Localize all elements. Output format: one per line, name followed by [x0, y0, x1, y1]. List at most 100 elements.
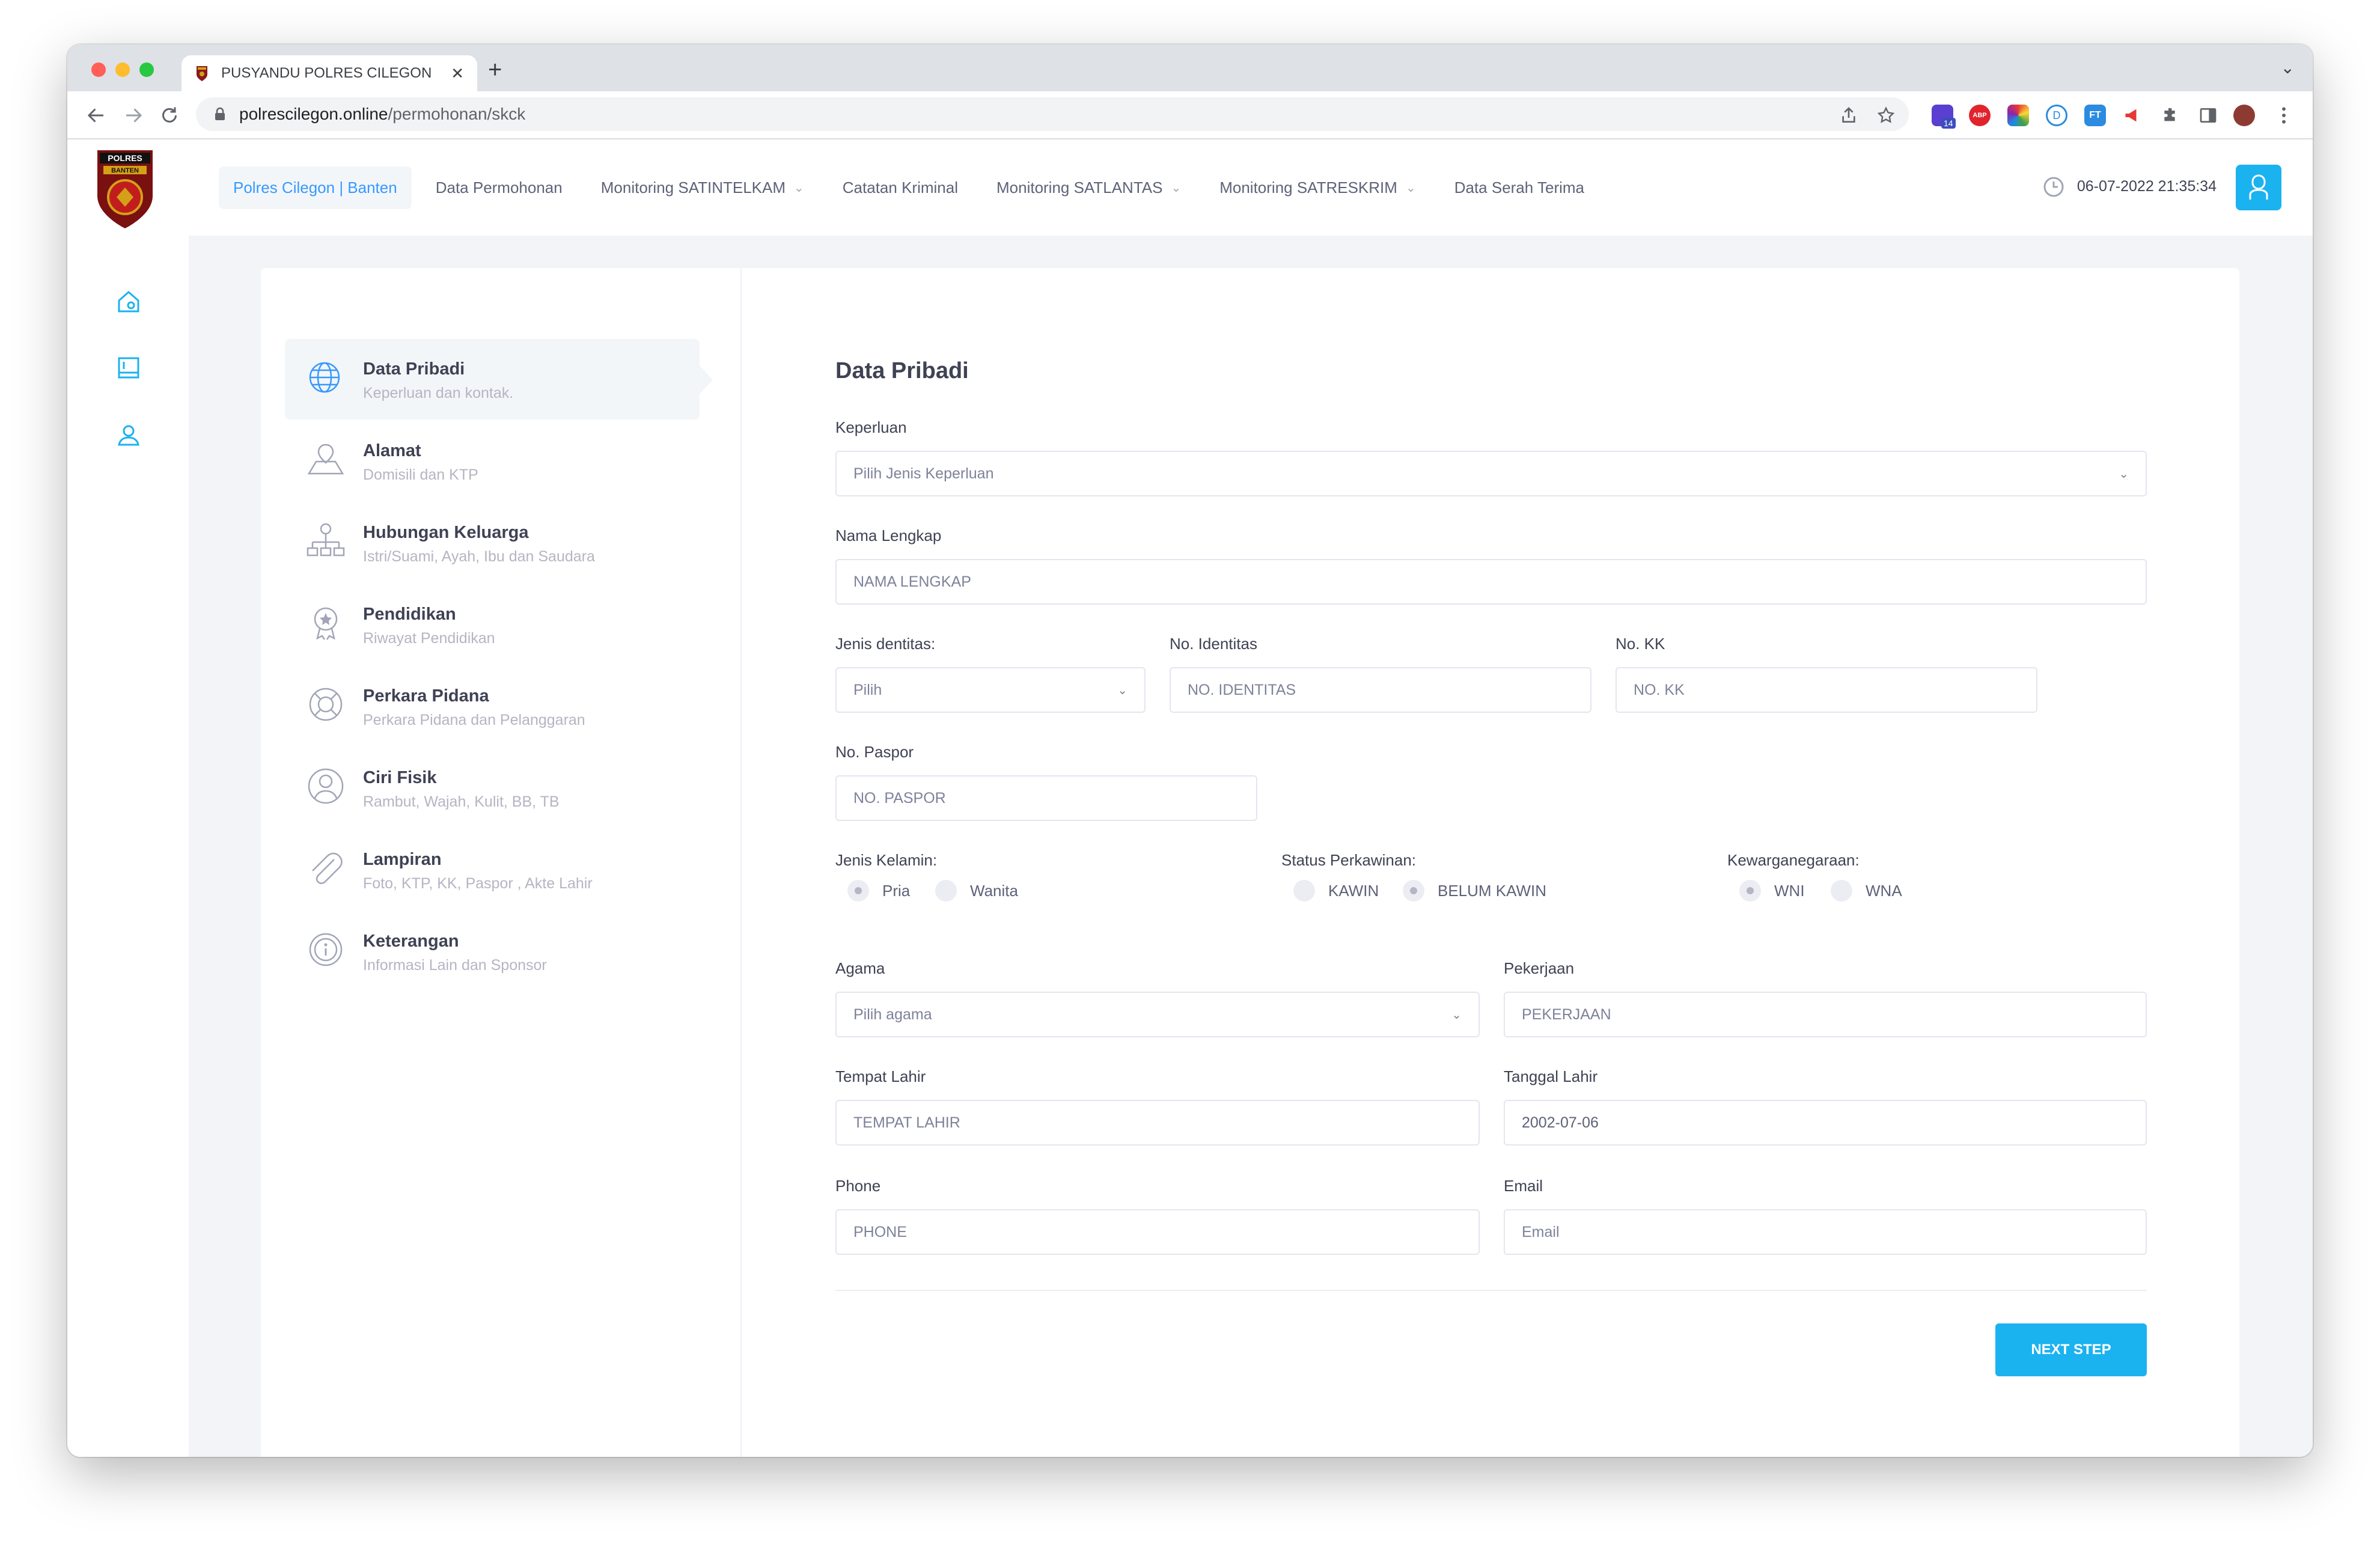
radio-wanita[interactable]: Wanita [935, 880, 1018, 902]
color-picker-extension-icon[interactable] [2007, 105, 2029, 126]
nav-monitoring-satintelkam[interactable]: Monitoring SATINTELKAM ⌄ [587, 166, 819, 209]
radio-wna[interactable]: WNA [1831, 880, 1902, 902]
close-window-button[interactable] [91, 63, 106, 77]
radio-indicator [1739, 880, 1761, 902]
radio-indicator [847, 880, 869, 902]
share-icon[interactable] [1839, 106, 1858, 125]
minimize-window-button[interactable] [115, 63, 130, 77]
next-step-button[interactable]: NEXT STEP [1995, 1323, 2147, 1376]
radio-indicator [1403, 880, 1424, 902]
agama-select[interactable]: Pilih agama ⌄ [835, 992, 1480, 1037]
step-data-pribadi[interactable]: Data Pribadi Keperluan dan kontak. [285, 339, 713, 420]
book-icon[interactable] [114, 353, 143, 382]
user-menu-button[interactable] [2236, 165, 2281, 210]
chevron-down-icon: ⌄ [1405, 181, 1416, 195]
tab-title: PUSYANDU POLRES CILEGON [221, 65, 432, 81]
step-ciri-fisik[interactable]: Ciri Fisik Rambut, Wajah, Kulit, BB, TB [285, 748, 700, 828]
url-path: /permohonan/skck [388, 105, 526, 123]
megaphone-extension-icon[interactable] [2123, 105, 2144, 126]
address-bar[interactable]: polrescilegon.online/permohonan/skck [196, 97, 1909, 131]
jenis-identitas-label: Jenis dentitas: [835, 635, 936, 653]
nav-data-permohonan[interactable]: Data Permohonan [421, 166, 577, 209]
top-navigation: Polres Cilegon | Banten Data Permohonan … [189, 139, 2313, 236]
step-keterangan[interactable]: Keterangan Informasi Lain dan Sponsor [285, 911, 700, 992]
tempat-lahir-input[interactable]: TEMPAT LAHIR [835, 1100, 1480, 1146]
radio-kawin[interactable]: KAWIN [1293, 880, 1379, 902]
radio-belum-kawin[interactable]: BELUM KAWIN [1403, 880, 1546, 902]
radio-wni[interactable]: WNI [1739, 880, 1805, 902]
chevron-down-icon: ⌄ [1117, 683, 1127, 697]
map-icon [307, 444, 344, 475]
chevron-down-icon: ⌄ [2119, 467, 2129, 481]
phone-label: Phone [835, 1177, 881, 1195]
nav-monitoring-satlantas[interactable]: Monitoring SATLANTAS ⌄ [982, 166, 1195, 209]
profile-avatar[interactable] [2233, 105, 2255, 126]
nav-monitoring-satreskrim[interactable]: Monitoring SATRESKRIM ⌄ [1205, 166, 1430, 209]
more-menu-icon[interactable] [2280, 106, 2287, 125]
no-identitas-input[interactable]: NO. IDENTITAS [1170, 667, 1591, 713]
agama-label: Agama [835, 959, 885, 977]
back-arrow-icon[interactable] [85, 105, 107, 126]
polres-banten-logo[interactable]: POLRES BANTEN [94, 148, 156, 230]
bookmark-star-icon[interactable] [1876, 106, 1896, 125]
svg-text:BANTEN: BANTEN [111, 167, 139, 174]
wizard-card: Data Pribadi Keperluan dan kontak. Alamat… [261, 268, 2239, 1457]
nav-catatan-kriminal[interactable]: Catatan Kriminal [828, 166, 972, 209]
jenis-identitas-select[interactable]: Pilih ⌄ [835, 667, 1146, 713]
nama-lengkap-input[interactable]: NAMA LENGKAP [835, 559, 2147, 605]
status-perkawinan-label: Status Perkawinan: [1281, 851, 1417, 869]
chevron-down-icon: ⌄ [1451, 1008, 1462, 1022]
puzzle-extensions-icon[interactable] [2161, 106, 2180, 125]
step-hubungan-keluarga[interactable]: Hubungan Keluarga Istri/Suami, Ayah, Ibu … [285, 502, 700, 583]
nav-data-serah-terima[interactable]: Data Serah Terima [1440, 166, 1599, 209]
badge-icon [314, 607, 338, 640]
side-panel-icon[interactable] [2198, 106, 2218, 125]
svg-text:POLRES: POLRES [108, 153, 142, 163]
step-lampiran[interactable]: Lampiran Foto, KTP, KK, Paspor , Akte Lah… [285, 829, 700, 910]
pekerjaan-input[interactable]: PEKERJAAN [1504, 992, 2147, 1037]
paperclip-icon [312, 852, 343, 884]
step-perkara-pidana[interactable]: Perkara Pidana Perkara Pidana dan Pelangg… [285, 666, 700, 746]
lifebuoy-icon [309, 688, 343, 721]
nama-lengkap-label: Nama Lengkap [835, 526, 942, 545]
chevron-down-icon: ⌄ [1171, 181, 1182, 195]
form-divider [835, 1290, 2147, 1291]
globe-icon [309, 362, 340, 393]
radio-pria[interactable]: Pria [847, 880, 910, 902]
home-icon[interactable] [114, 287, 143, 316]
new-tab-button[interactable]: + [488, 56, 502, 84]
police-badge-favicon-icon [197, 66, 207, 81]
step-pendidikan[interactable]: Pendidikan Riwayat Pendidikan [285, 584, 700, 665]
extension-ft-icon[interactable]: FT [2084, 105, 2106, 126]
url-host: polrescilegon.online [239, 105, 388, 123]
email-input[interactable]: Email [1504, 1209, 2147, 1255]
phone-input[interactable]: PHONE [835, 1209, 1480, 1255]
current-datetime: 06-07-2022 21:35:34 [2076, 178, 2217, 195]
keperluan-label: Keperluan [835, 418, 907, 436]
tanggal-lahir-input[interactable]: 2002-07-06 [1504, 1100, 2147, 1146]
no-paspor-input[interactable]: NO. PASPOR [835, 775, 1257, 821]
zoom-window-button[interactable] [139, 63, 154, 77]
step-alamat[interactable]: Alamat Domisili dan KTP [285, 421, 700, 501]
clock-icon [2043, 177, 2064, 197]
kewarganegaraan-label: Kewarganegaraan: [1727, 851, 1860, 869]
user-icon[interactable] [114, 421, 143, 450]
extension-d-icon[interactable]: D [2046, 105, 2067, 126]
tab-search-icon[interactable]: ⌄ [2281, 58, 2295, 78]
extension-badge: 14 [1941, 118, 1956, 129]
browser-tab[interactable]: PUSYANDU POLRES CILEGON ✕ [182, 55, 477, 91]
pekerjaan-label: Pekerjaan [1504, 959, 1575, 977]
chevron-down-icon: ⌄ [794, 181, 804, 195]
keperluan-select[interactable]: Pilih Jenis Keperluan ⌄ [835, 451, 2147, 496]
forward-arrow-icon[interactable] [123, 105, 144, 126]
toolbar: polrescilegon.online/permohonan/skck 14 … [67, 91, 2313, 139]
no-kk-input[interactable]: NO. KK [1616, 667, 2037, 713]
adblock-icon[interactable]: ABP [1969, 105, 1991, 126]
tab-close-icon[interactable]: ✕ [451, 64, 464, 83]
lock-icon[interactable] [214, 107, 226, 121]
reload-icon[interactable] [159, 105, 180, 126]
nav-polres-cilegon[interactable]: Polres Cilegon | Banten [219, 166, 412, 209]
browser-window: PUSYANDU POLRES CILEGON ✕ + ⌄ polrescile… [67, 44, 2313, 1457]
form-title: Data Pribadi [835, 358, 969, 383]
info-icon [309, 933, 343, 966]
